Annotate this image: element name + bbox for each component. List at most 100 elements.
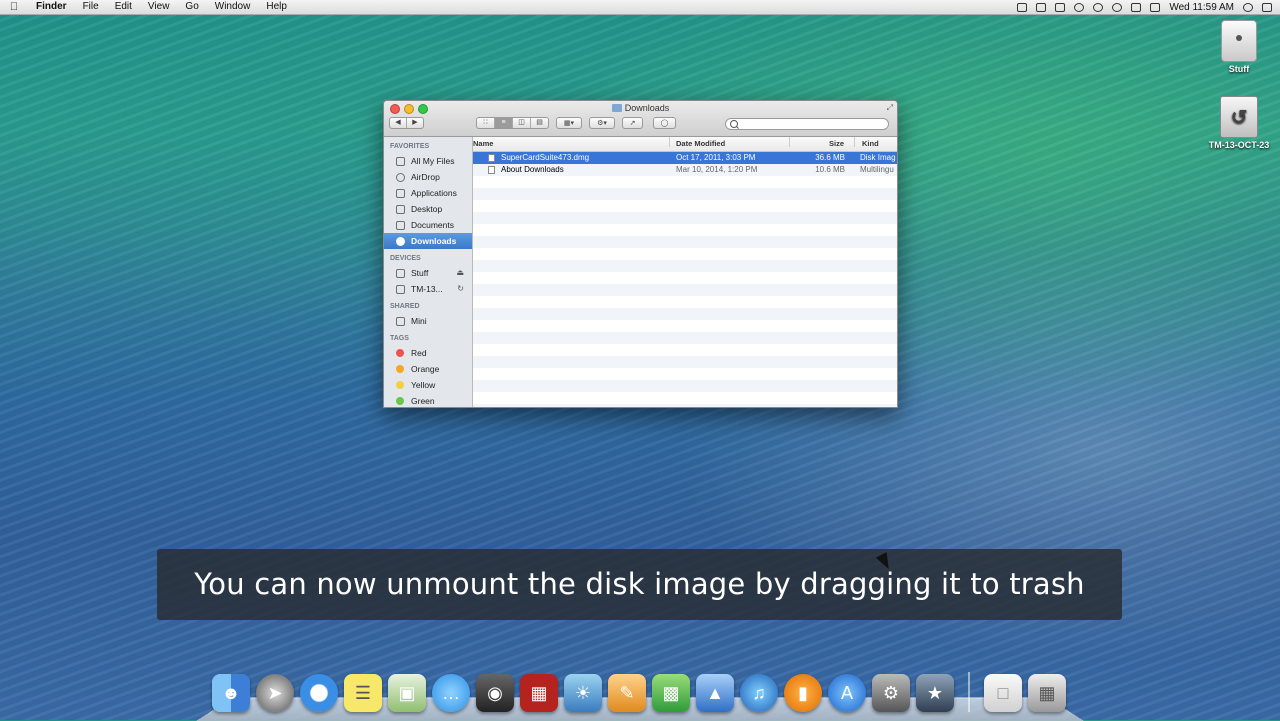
screen-recording-icon[interactable] xyxy=(1017,2,1028,12)
sidebar-item-stuff[interactable]: Stuff ⏏ xyxy=(384,265,472,281)
airdrop-icon xyxy=(396,172,405,182)
tag-icon[interactable]: ◯ xyxy=(653,117,676,129)
column-header-name[interactable]: Name xyxy=(473,137,493,151)
disk-image-icon xyxy=(488,154,495,162)
list-view-icon[interactable]: ≡ xyxy=(495,118,513,128)
sidebar-item-desktop[interactable]: Desktop xyxy=(384,201,472,217)
file-kind: Disk Imag xyxy=(860,153,896,162)
document-dock-icon[interactable]: □ xyxy=(984,674,1022,712)
view-mode-control[interactable]: ∷ ≡ ◫ ▤ xyxy=(476,117,549,129)
app-store-dock-icon[interactable]: A xyxy=(828,674,866,712)
airplay-icon[interactable] xyxy=(1055,2,1066,12)
all-files-icon xyxy=(396,156,405,166)
sidebar-tag-orange[interactable]: Orange xyxy=(384,361,472,377)
menu-view[interactable]: View xyxy=(140,0,178,14)
empty-row xyxy=(473,248,897,260)
keynote-dock-icon[interactable]: ▲ xyxy=(696,674,734,712)
wifi-icon[interactable] xyxy=(1112,2,1123,12)
sidebar-item-all-my-files[interactable]: All My Files xyxy=(384,153,472,169)
folder-icon xyxy=(611,104,622,112)
sidebar-item-tm[interactable]: TM-13... ↻ xyxy=(384,281,472,297)
ibooks-dock-icon[interactable]: ▮ xyxy=(784,674,822,712)
menu-file[interactable]: File xyxy=(75,0,107,14)
hard-drive-icon xyxy=(1221,20,1257,62)
time-machine-icon[interactable] xyxy=(1093,2,1104,12)
launchpad-dock-icon[interactable]: ➤ xyxy=(256,674,294,712)
empty-row xyxy=(473,368,897,380)
spotlight-icon[interactable] xyxy=(1243,2,1253,12)
window-titlebar[interactable]: Downloads ⤢ ◀ ▶ ∷ ≡ ◫ ▤ ▦▾ ⚙▾ ↗ ◯ xyxy=(384,101,897,137)
menu-window[interactable]: Window xyxy=(207,0,259,14)
apple-icon[interactable]:  xyxy=(0,1,28,13)
back-icon[interactable]: ◀ xyxy=(390,118,407,128)
facetime-dock-icon[interactable]: ◉ xyxy=(476,674,514,712)
action-gear-icon[interactable]: ⚙▾ xyxy=(589,117,615,129)
finder-window: Downloads ⤢ ◀ ▶ ∷ ≡ ◫ ▤ ▦▾ ⚙▾ ↗ ◯ FAVORI… xyxy=(383,100,898,408)
trash-icon[interactable]: ▦ xyxy=(1028,674,1066,712)
menu-go[interactable]: Go xyxy=(177,0,206,14)
photo-booth-dock-icon[interactable]: ▦ xyxy=(520,674,558,712)
sync-icon[interactable]: ↻ xyxy=(457,281,464,297)
coverflow-view-icon[interactable]: ▤ xyxy=(531,118,548,128)
empty-row xyxy=(473,404,897,407)
messages-dock-icon[interactable]: … xyxy=(432,674,470,712)
menu-clock[interactable]: Wed 11:59 AM xyxy=(1169,2,1234,13)
fullscreen-icon[interactable]: ⤢ xyxy=(887,103,893,113)
sidebar-tag-red[interactable]: Red xyxy=(384,345,472,361)
caption-overlay: You can now unmount the disk image by dr… xyxy=(157,549,1122,620)
column-view-icon[interactable]: ◫ xyxy=(513,118,531,128)
desktop-drive-stuff[interactable]: Stuff xyxy=(1204,20,1274,74)
system-preferences-dock-icon[interactable]: ⚙ xyxy=(872,674,910,712)
empty-row xyxy=(473,284,897,296)
empty-row xyxy=(473,236,897,248)
itunes-dock-icon[interactable]: ♫ xyxy=(740,674,778,712)
column-header-size[interactable]: Size xyxy=(829,137,844,151)
battery-icon[interactable] xyxy=(1150,2,1161,12)
arrange-menu-icon[interactable]: ▦▾ xyxy=(556,117,582,129)
imovie-dock-icon[interactable]: ★ xyxy=(916,674,954,712)
back-forward-buttons[interactable]: ◀ ▶ xyxy=(389,117,424,129)
menu-help[interactable]: Help xyxy=(258,0,295,14)
sidebar-tag-yellow[interactable]: Yellow xyxy=(384,377,472,393)
iphoto-dock-icon[interactable]: ☀ xyxy=(564,674,602,712)
drive-icon xyxy=(396,268,405,278)
window-title: Downloads xyxy=(384,103,897,113)
search-input[interactable] xyxy=(725,118,889,130)
pages-dock-icon[interactable]: ✎ xyxy=(608,674,646,712)
volume-icon[interactable] xyxy=(1131,2,1142,12)
file-name: SuperCardSuite473.dmg xyxy=(501,153,590,162)
safari-dock-icon[interactable]: ✪ xyxy=(300,674,338,712)
desktop-drive-tm[interactable]: ↺ TM-13-OCT-23 xyxy=(1204,96,1274,150)
sidebar-item-mini[interactable]: Mini xyxy=(384,313,472,329)
menu-bar:  Finder File Edit View Go Window Help W… xyxy=(0,0,1280,15)
empty-row xyxy=(473,344,897,356)
bluetooth-icon[interactable] xyxy=(1074,2,1085,12)
forward-icon[interactable]: ▶ xyxy=(407,118,423,128)
sidebar-item-downloads[interactable]: Downloads xyxy=(384,233,472,249)
table-row[interactable]: About Downloads Mar 10, 2014, 1:20 PM 10… xyxy=(473,164,897,176)
column-header-date[interactable]: Date Modified xyxy=(676,137,725,151)
finder-dock-icon[interactable]: ☻ xyxy=(212,674,250,712)
desktop-icon xyxy=(396,204,405,214)
sidebar-item-airdrop[interactable]: AirDrop xyxy=(384,169,472,185)
table-row[interactable]: SuperCardSuite473.dmg Oct 17, 2011, 3:03… xyxy=(473,152,897,164)
display-icon[interactable] xyxy=(1036,2,1047,12)
sidebar-item-documents[interactable]: Documents xyxy=(384,217,472,233)
preview-dock-icon[interactable]: ▣ xyxy=(388,674,426,712)
menu-finder[interactable]: Finder xyxy=(28,0,75,14)
column-header-kind[interactable]: Kind xyxy=(862,137,879,151)
sidebar-item-applications[interactable]: Applications xyxy=(384,185,472,201)
share-icon[interactable]: ↗ xyxy=(622,117,643,129)
icon-view-icon[interactable]: ∷ xyxy=(477,118,495,128)
menu-edit[interactable]: Edit xyxy=(107,0,140,14)
desktop-icon-label: Stuff xyxy=(1228,64,1250,74)
eject-icon[interactable]: ⏏ xyxy=(456,265,464,281)
drive-icon xyxy=(396,284,405,294)
numbers-dock-icon[interactable]: ▩ xyxy=(652,674,690,712)
empty-row xyxy=(473,320,897,332)
stickies-dock-icon[interactable]: ☰ xyxy=(344,674,382,712)
sidebar-header-shared: SHARED xyxy=(390,303,420,310)
notification-center-icon[interactable] xyxy=(1262,2,1272,12)
sidebar-tag-green[interactable]: Green xyxy=(384,393,472,407)
file-size: 10.6 MB xyxy=(815,165,845,174)
